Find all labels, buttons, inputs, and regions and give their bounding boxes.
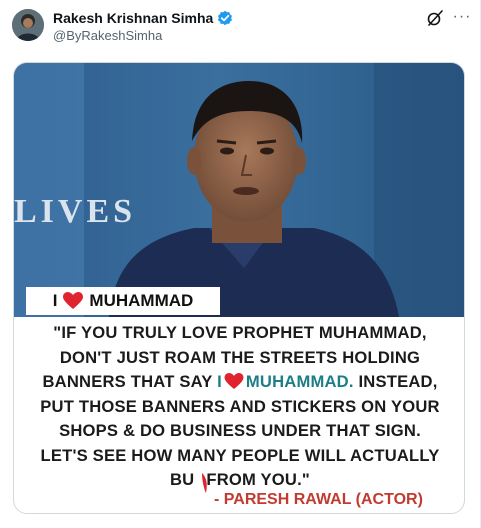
tweet-card: Rakesh Krishnan Simha @ByRakeshSimha ··· [0, 0, 481, 528]
quote-line: BANNERS THAT SAY I MUHAMMAD. INSTEAD, [14, 370, 464, 395]
quote-line: PUT THOSE BANNERS AND STICKERS ON YOUR [40, 396, 440, 416]
verified-badge-icon [217, 10, 233, 26]
user-handle[interactable]: @ByRakeshSimha [53, 28, 162, 43]
tweet-image[interactable]: LIVES I MUHAMMAD "IF YOU TRULY LOVE PROP… [13, 62, 465, 514]
heart-icon [224, 373, 244, 390]
quote-line: BU FROM YOU." [14, 468, 464, 493]
display-name[interactable]: Rakesh Krishnan Simha [53, 10, 213, 26]
quote-text: "IF YOU TRULY LOVE PROPHET MUHAMMAD, DON… [14, 321, 464, 493]
quote-segment: FROM YOU." [206, 470, 310, 489]
heart-icon [63, 292, 84, 310]
quote-segment: BU [170, 470, 195, 489]
banner-suffix: MUHAMMAD [89, 291, 194, 310]
quote-line: LET'S SEE HOW MANY PEOPLE WILL ACTUALLY [40, 445, 440, 465]
love-banner: I MUHAMMAD [26, 287, 220, 315]
quote-line: "IF YOU TRULY LOVE PROPHET MUHAMMAD, [53, 323, 427, 342]
more-icon[interactable]: ··· [452, 7, 472, 27]
backdrop-text: LIVES [14, 193, 137, 230]
quote-line: DON'T JUST ROAM THE STREETS HOLDING [59, 347, 421, 367]
author-name-row[interactable]: Rakesh Krishnan Simha [53, 10, 233, 26]
quote-segment: BANNERS THAT SAY [42, 372, 213, 391]
grok-icon[interactable] [426, 9, 444, 27]
avatar[interactable] [12, 9, 44, 41]
quote-segment-teal: MUHAMMAD. [245, 372, 354, 391]
quote-line: SHOPS & DO BUSINESS UNDER THAT SIGN. [59, 421, 421, 440]
photo [14, 63, 464, 317]
quote-attribution: - PARESH RAWAL (ACTOR) [214, 491, 423, 508]
banner-prefix: I [52, 291, 58, 310]
red-smudge [202, 473, 207, 493]
quote-segment: INSTEAD, [358, 372, 438, 391]
quote-segment-teal: I [217, 372, 222, 391]
